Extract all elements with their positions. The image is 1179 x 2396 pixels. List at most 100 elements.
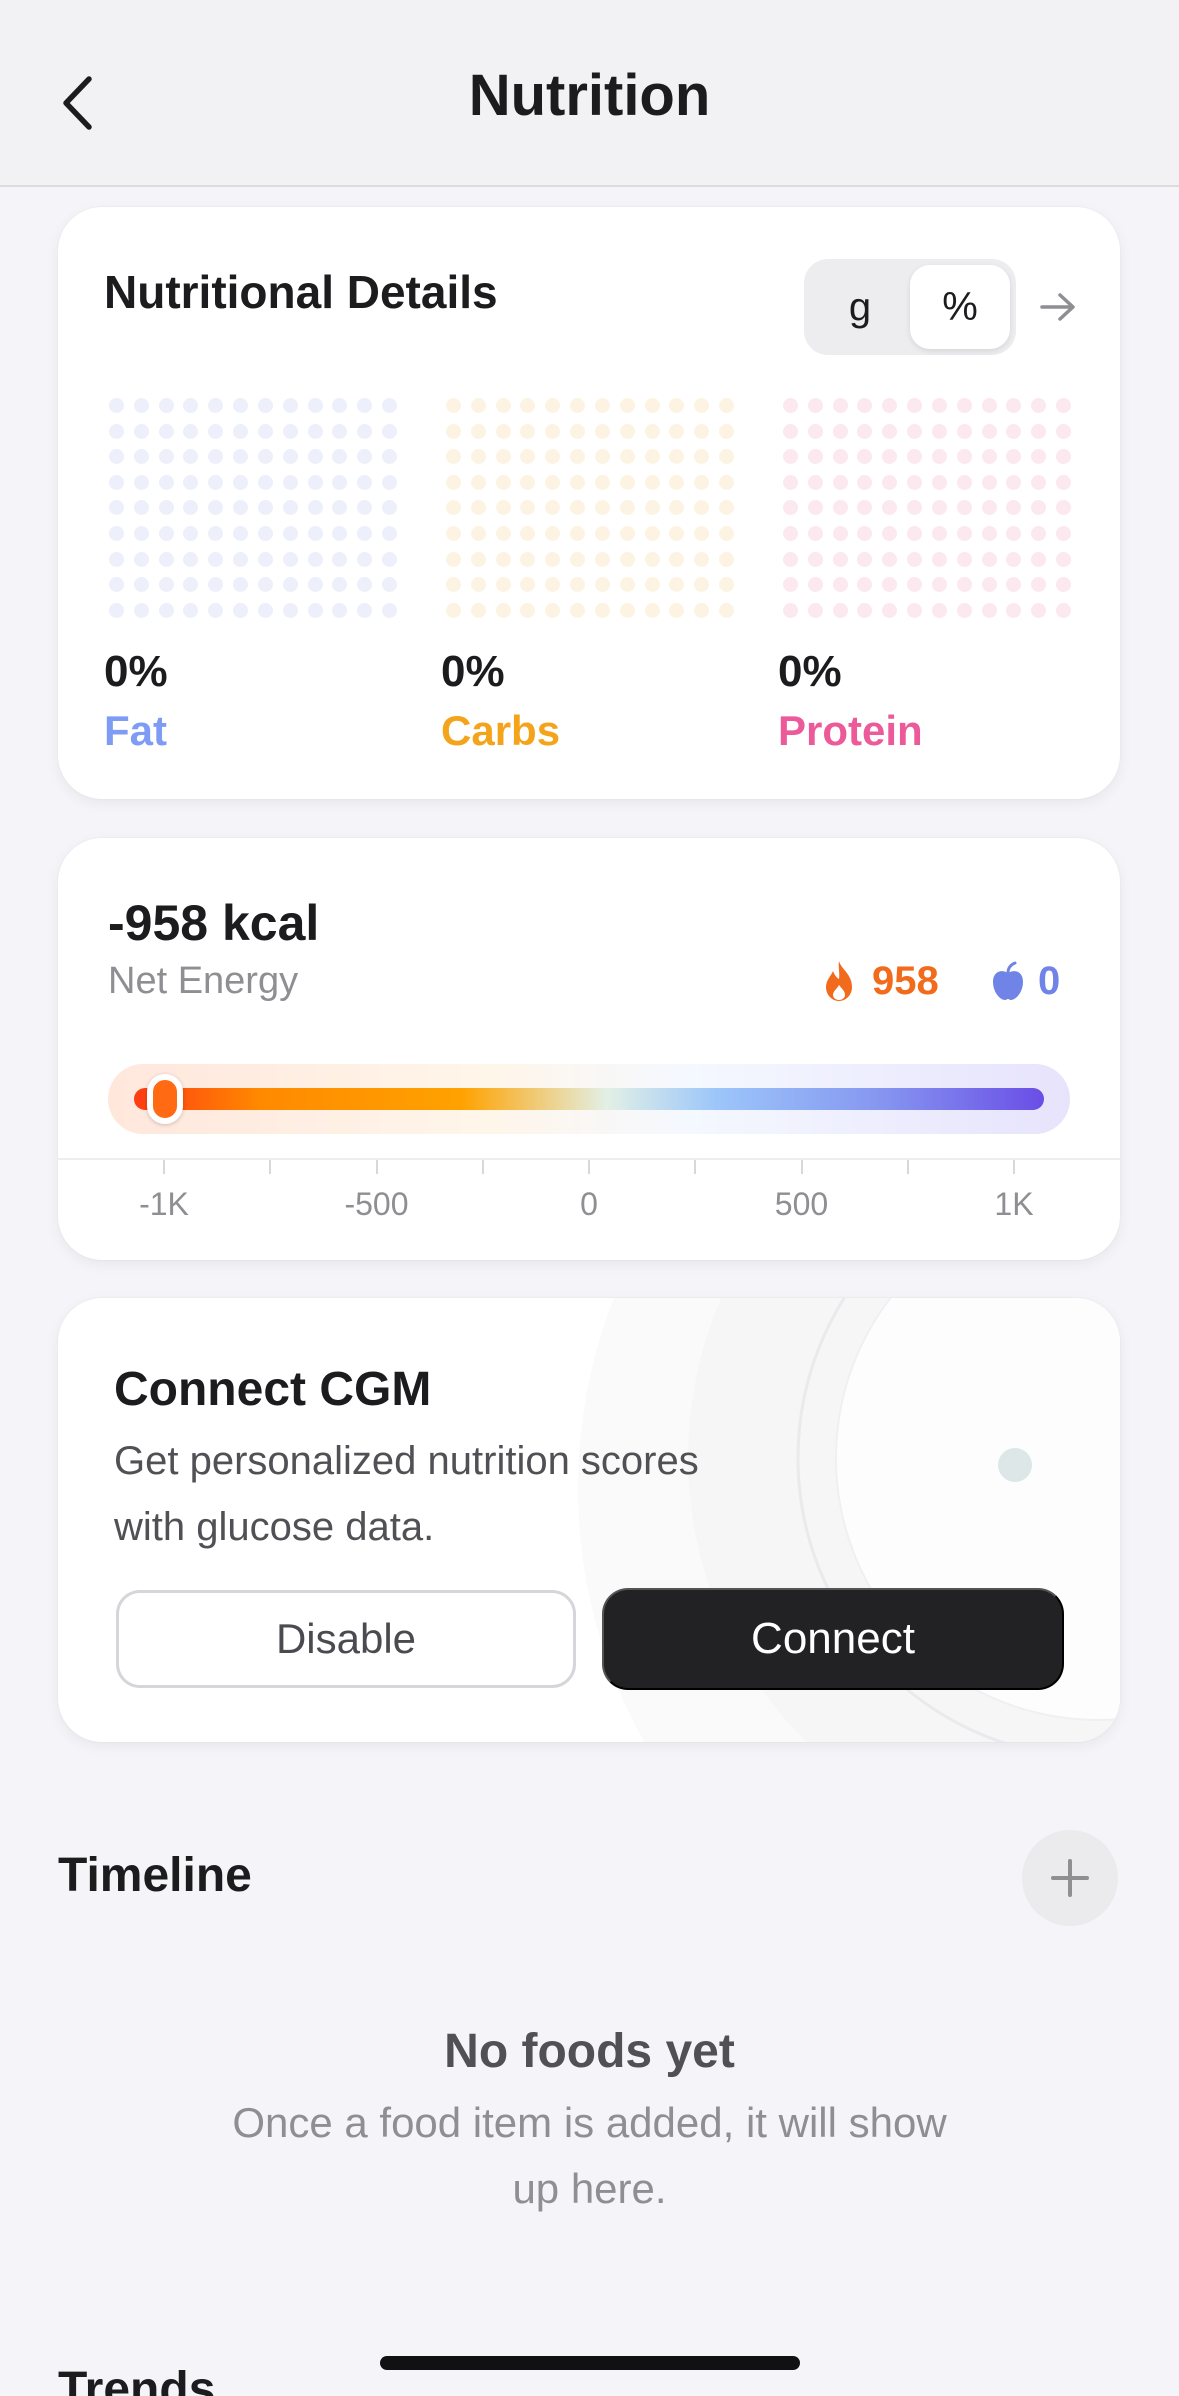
macro-dot — [1031, 577, 1047, 593]
macro-dot — [158, 526, 174, 542]
macro-dot — [1006, 500, 1022, 516]
axis-tick — [269, 1160, 272, 1174]
macro-dot — [594, 449, 610, 465]
carbs-value: 0% — [441, 647, 505, 696]
details-arrow-button[interactable] — [1036, 285, 1080, 329]
axis-tick-label: -500 — [344, 1186, 409, 1222]
macro-dot — [158, 398, 174, 414]
macro-dot — [931, 449, 947, 465]
macro-dot — [495, 551, 511, 567]
macro-dot — [495, 577, 511, 593]
unit-option-percent[interactable]: % — [910, 265, 1010, 349]
net-energy-card[interactable]: -958 kcal Net Energy 958 0 -1K -500 0 500 1K — [58, 838, 1120, 1260]
macro-dot — [133, 526, 149, 542]
macro-dot — [233, 551, 249, 567]
macro-dot — [470, 551, 486, 567]
macro-dot — [108, 500, 124, 516]
macro-dot — [208, 500, 224, 516]
macro-dot — [807, 526, 823, 542]
macro-dot — [470, 526, 486, 542]
macro-dot — [382, 602, 398, 618]
macro-dot — [1006, 551, 1022, 567]
macro-dot — [208, 526, 224, 542]
macro-dot — [857, 526, 873, 542]
add-food-button[interactable] — [1022, 1830, 1118, 1926]
axis-tick — [588, 1160, 590, 1174]
connect-button[interactable]: Connect — [602, 1588, 1064, 1690]
macro-dot — [857, 423, 873, 439]
macro-dot — [1056, 449, 1072, 465]
calories-eaten-value: 0 — [1038, 958, 1061, 1003]
macro-dot — [719, 526, 735, 542]
macro-dot — [332, 398, 348, 414]
macro-dot — [570, 423, 586, 439]
energy-indicator-knob — [147, 1074, 184, 1124]
macro-dot — [719, 449, 735, 465]
macro-dot — [644, 423, 660, 439]
unit-option-grams[interactable]: g — [810, 265, 910, 349]
home-indicator — [380, 2356, 800, 2370]
macro-dot — [257, 474, 273, 490]
macro-dot — [570, 474, 586, 490]
macro-dot — [1056, 474, 1072, 490]
calories-burned: 958 — [822, 956, 939, 1006]
macro-dot — [257, 500, 273, 516]
macro-dot — [619, 602, 635, 618]
macro-dot — [108, 526, 124, 542]
macro-dot — [981, 500, 997, 516]
macro-dot — [907, 602, 923, 618]
macro-dot — [619, 551, 635, 567]
macro-dot — [307, 551, 323, 567]
macro-dot — [307, 474, 323, 490]
macro-dot — [233, 602, 249, 618]
axis-tick — [163, 1160, 165, 1174]
macro-dot — [158, 602, 174, 618]
macro-dot — [644, 398, 660, 414]
macro-dot — [594, 526, 610, 542]
macro-dot — [520, 551, 536, 567]
macro-dot — [357, 551, 373, 567]
macro-dot — [981, 551, 997, 567]
protein-value: 0% — [778, 647, 842, 696]
energy-gauge — [108, 1064, 1070, 1134]
flame-icon — [826, 961, 852, 1001]
macro-dot — [907, 577, 923, 593]
macro-dot — [1031, 602, 1047, 618]
macro-dot — [282, 526, 298, 542]
macro-dot — [619, 500, 635, 516]
macro-dot — [495, 449, 511, 465]
macro-dot — [1031, 500, 1047, 516]
carbs-dot-grid — [441, 393, 739, 623]
macro-dot — [158, 500, 174, 516]
calories-eaten: 0 — [990, 956, 1060, 1006]
macro-dot — [307, 423, 323, 439]
macro-dot — [931, 602, 947, 618]
macro-dot — [183, 500, 199, 516]
macro-dot — [133, 474, 149, 490]
macro-dot — [382, 398, 398, 414]
macro-dot — [669, 526, 685, 542]
macro-dot — [807, 551, 823, 567]
macro-dot — [382, 500, 398, 516]
macro-dot — [1056, 602, 1072, 618]
macro-dot — [282, 577, 298, 593]
macro-dot — [495, 500, 511, 516]
macro-dot — [332, 577, 348, 593]
macro-dot — [644, 602, 660, 618]
macro-dot — [956, 551, 972, 567]
axis-tick — [1013, 1160, 1015, 1174]
disable-button[interactable]: Disable — [116, 1590, 576, 1688]
macro-dot — [594, 602, 610, 618]
macro-dot — [208, 577, 224, 593]
macro-dot — [619, 526, 635, 542]
macro-dot — [183, 526, 199, 542]
macro-dot — [133, 398, 149, 414]
macro-dot — [719, 577, 735, 593]
macro-dot — [282, 398, 298, 414]
macro-dot — [807, 474, 823, 490]
macro-dot — [1031, 423, 1047, 439]
macro-dot — [208, 423, 224, 439]
fat-value: 0% — [104, 647, 168, 696]
macro-dot — [495, 526, 511, 542]
axis-tick — [375, 1160, 378, 1174]
